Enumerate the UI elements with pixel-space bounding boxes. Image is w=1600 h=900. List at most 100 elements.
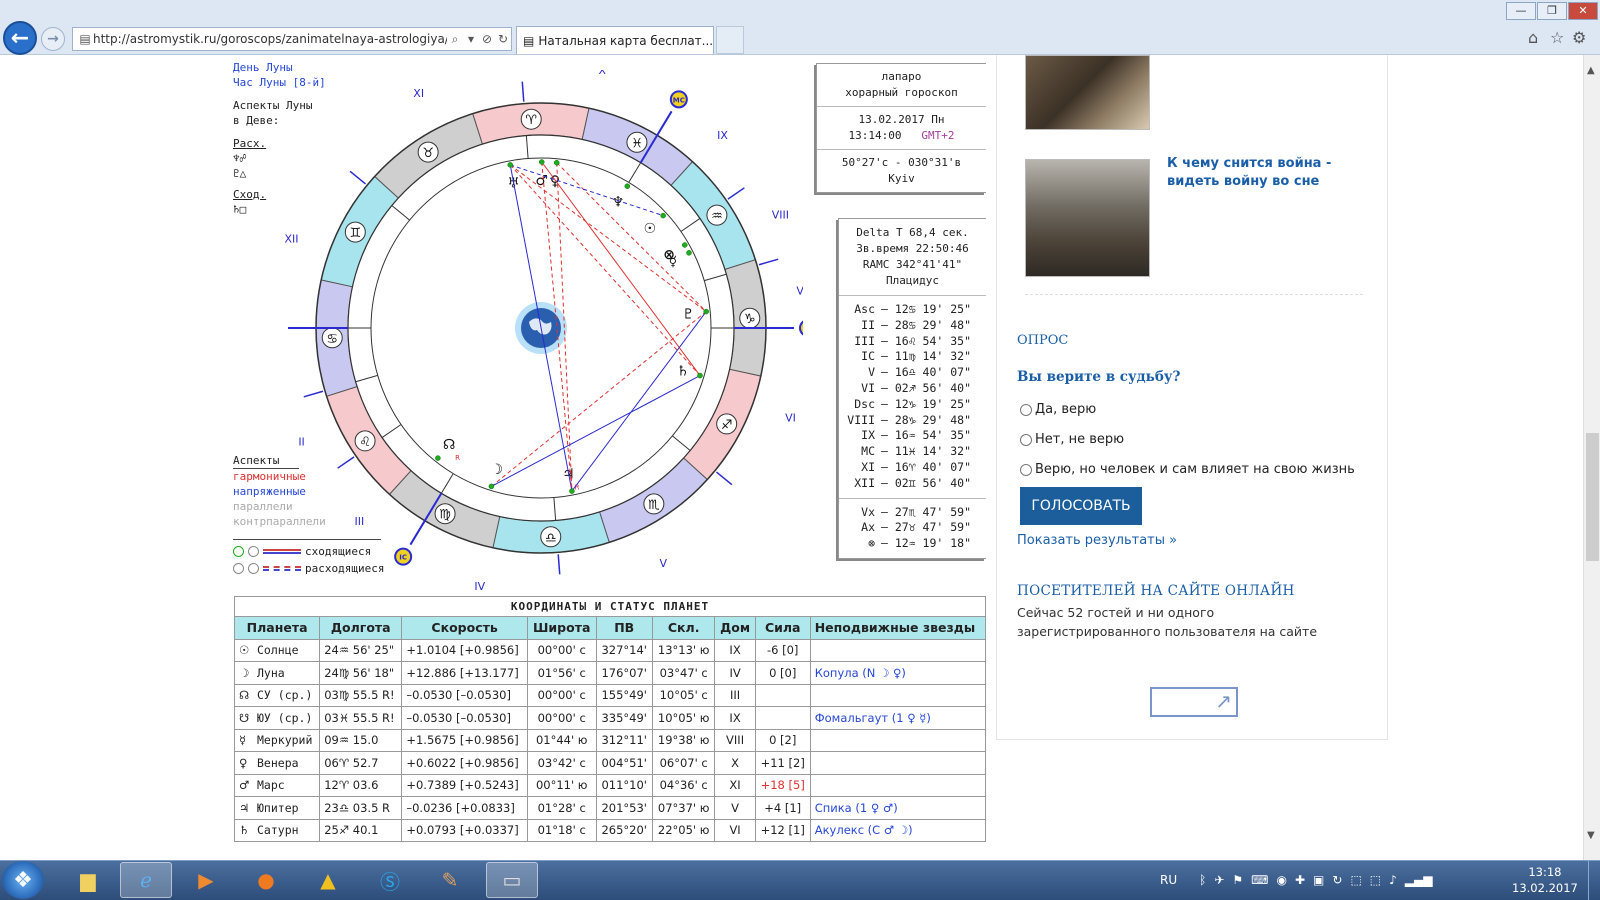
- strength-cell: [754, 706, 811, 730]
- scroll-up-icon[interactable]: ▲: [1587, 65, 1595, 76]
- sidereal-time: Зв.время 22:50:46: [856, 242, 969, 255]
- home-icon[interactable]: ⌂: [1528, 28, 1538, 47]
- news-link-war[interactable]: К чему снится война - видеть войну во сн…: [1167, 155, 1337, 191]
- fixed-star-link[interactable]: Спика (1 ♀ ♂): [815, 801, 898, 815]
- planet-name: ЮУ (ср.): [257, 710, 313, 725]
- taskbar-paint[interactable]: ✎: [424, 862, 476, 898]
- vote-button[interactable]: ГОЛОСОВАТЬ: [1020, 487, 1142, 525]
- new-tab-button[interactable]: [716, 26, 744, 54]
- scroll-down-icon[interactable]: ▼: [1587, 830, 1595, 841]
- volume-icon[interactable]: ♪: [1389, 873, 1397, 887]
- taskbar-app-triangle[interactable]: ▲: [302, 862, 354, 898]
- taskbar-explorer[interactable]: ▆: [62, 862, 114, 898]
- news-thumbnail-war[interactable]: [1025, 159, 1150, 277]
- display-icon[interactable]: ▣: [1313, 873, 1324, 887]
- circle-icon: [233, 563, 244, 574]
- signal-icon[interactable]: ▂▄▆: [1405, 873, 1433, 887]
- show-desktop-button[interactable]: [1588, 860, 1600, 900]
- language-indicator[interactable]: RU: [1160, 873, 1177, 887]
- table-row: ♄ Сатурн 25♐ 40.1 +0.0793 [+0.0337] 01°18' с…: [233, 818, 987, 842]
- favorites-star-icon[interactable]: ☆: [1550, 28, 1564, 47]
- planet-name: Венера: [257, 755, 299, 770]
- house-key: XI: [861, 459, 875, 474]
- house-key: XII: [854, 475, 875, 490]
- poll-option-3[interactable]: Верю, но человек и сам влияет на свою жи…: [1020, 462, 1355, 477]
- house-number-label: IV: [474, 580, 485, 590]
- start-button[interactable]: ❖: [2, 861, 44, 899]
- taskbar-firefox[interactable]: ●: [240, 862, 292, 898]
- fixed-star-link[interactable]: Копула (N ☽ ♀): [815, 666, 906, 680]
- stop-icon[interactable]: ⊘: [479, 32, 495, 46]
- taskbar-media-player[interactable]: ▶: [180, 862, 232, 898]
- system-clock[interactable]: 13:18 13.02.2017: [1512, 864, 1578, 896]
- radio-button[interactable]: [1020, 403, 1032, 416]
- sign-glyph-8: ♏: [648, 498, 660, 513]
- radio-button[interactable]: [1020, 433, 1032, 446]
- network-icon[interactable]: ⌨: [1251, 873, 1268, 887]
- news-thumbnail-1[interactable]: [1025, 55, 1150, 130]
- planet-symbol-icon: ♄: [239, 823, 250, 838]
- show-results-link[interactable]: Показать результаты »: [1017, 533, 1177, 548]
- planet-name: Юпитер: [257, 800, 299, 815]
- sign-glyph-4: ♋: [326, 332, 338, 347]
- ra-cell: 335°49': [595, 706, 653, 730]
- house-value: – 16♒ 54' 35": [881, 428, 972, 443]
- strength-cell: 0 [2]: [754, 728, 811, 752]
- house-cell: V: [714, 796, 756, 820]
- update-icon[interactable]: ↻: [1332, 873, 1342, 887]
- house-cell: IV: [714, 661, 756, 685]
- latitude-cell: 01°56' с: [526, 661, 597, 685]
- table-row: ☉ Солнце 24♒ 56' 25" +1.0104 [+0.9856] 00°00…: [233, 638, 987, 662]
- app-tray-icon[interactable]: ◉: [1276, 873, 1286, 887]
- taskbar-internet-explorer[interactable]: ℯ: [120, 862, 172, 898]
- house-key: VIII: [847, 412, 875, 427]
- resize-widget[interactable]: ↗: [1150, 687, 1238, 717]
- house-number-label: IX: [717, 129, 728, 142]
- scrollbar-thumb[interactable]: [1586, 433, 1599, 561]
- tab-active[interactable]: ▤ Натальная карта бесплат... ×: [516, 26, 714, 54]
- bluetooth-icon[interactable]: ᛒ: [1199, 873, 1206, 887]
- chart-city: Kyiv: [888, 172, 915, 185]
- antivirus-icon[interactable]: ✚: [1295, 873, 1305, 887]
- poll-option-1[interactable]: Да, верю: [1020, 402, 1096, 417]
- sign-glyph-1: ♈: [525, 113, 537, 128]
- search-icon[interactable]: ⌕: [447, 32, 463, 47]
- back-button[interactable]: ←: [3, 21, 37, 55]
- pdf-icon[interactable]: ⬚: [1350, 873, 1361, 887]
- house-key: II: [861, 317, 875, 332]
- house-cusp-list: Asc – 12♋ 19' 25" II – 28♋ 29' 48" III – 16♌ …: [839, 296, 986, 498]
- fixed-stars-cell: [809, 728, 987, 752]
- circle-icon: [233, 546, 244, 557]
- house-value: – 28♋ 29' 48": [881, 317, 972, 332]
- dropdown-icon[interactable]: ▾: [463, 32, 479, 46]
- maximize-button[interactable]: ❐: [1537, 2, 1567, 20]
- taskbar-window[interactable]: ▭: [486, 862, 538, 898]
- house-cell: III: [714, 683, 756, 707]
- vertical-scrollbar[interactable]: ▲ ▼: [1583, 55, 1600, 860]
- speed-cell: –0.0530 [–0.0530]: [401, 706, 528, 730]
- settings-gear-icon[interactable]: ⚙: [1572, 28, 1586, 47]
- page-icon: ▤: [79, 32, 91, 46]
- poll-option-2[interactable]: Нет, не верю: [1020, 432, 1124, 447]
- system-tray: RU ᛒ ✈ ⚑ ⌨ ◉ ✚ ▣ ↻ ⬚ ⬚ ♪ ▂▄▆: [1160, 860, 1432, 900]
- house-number-label: VIII: [772, 208, 789, 221]
- close-window-button[interactable]: ✕: [1568, 2, 1598, 20]
- refresh-icon[interactable]: ↻: [495, 32, 511, 46]
- declination-cell: 03°47' с: [651, 661, 716, 685]
- fixed-star-link[interactable]: Акулекс (С ♂ ☽): [815, 823, 913, 837]
- tool-icon[interactable]: ✈: [1214, 873, 1224, 887]
- triangle-icon: ▲: [320, 868, 336, 892]
- radio-button[interactable]: [1020, 463, 1032, 476]
- address-bar[interactable]: ▤ http://astromystik.ru/goroscops/zanima…: [72, 27, 512, 51]
- task-icon[interactable]: ⬚: [1370, 873, 1381, 887]
- house-cusp-tick: [349, 170, 367, 185]
- tab-close-button[interactable]: ×: [713, 34, 714, 48]
- url-text[interactable]: http://astromystik.ru/goroscops/zanimate…: [93, 32, 447, 46]
- taskbar-skype[interactable]: Ⓢ: [364, 862, 416, 898]
- minimize-button[interactable]: —: [1506, 2, 1536, 20]
- flag-icon[interactable]: ⚑: [1232, 873, 1243, 887]
- forward-button[interactable]: →: [41, 27, 65, 51]
- folder-icon: ▆: [80, 868, 96, 892]
- speed-cell: +1.5675 [+0.9856]: [401, 728, 528, 752]
- fixed-star-link[interactable]: Фомальгаут (1 ♀ ☿): [815, 711, 931, 725]
